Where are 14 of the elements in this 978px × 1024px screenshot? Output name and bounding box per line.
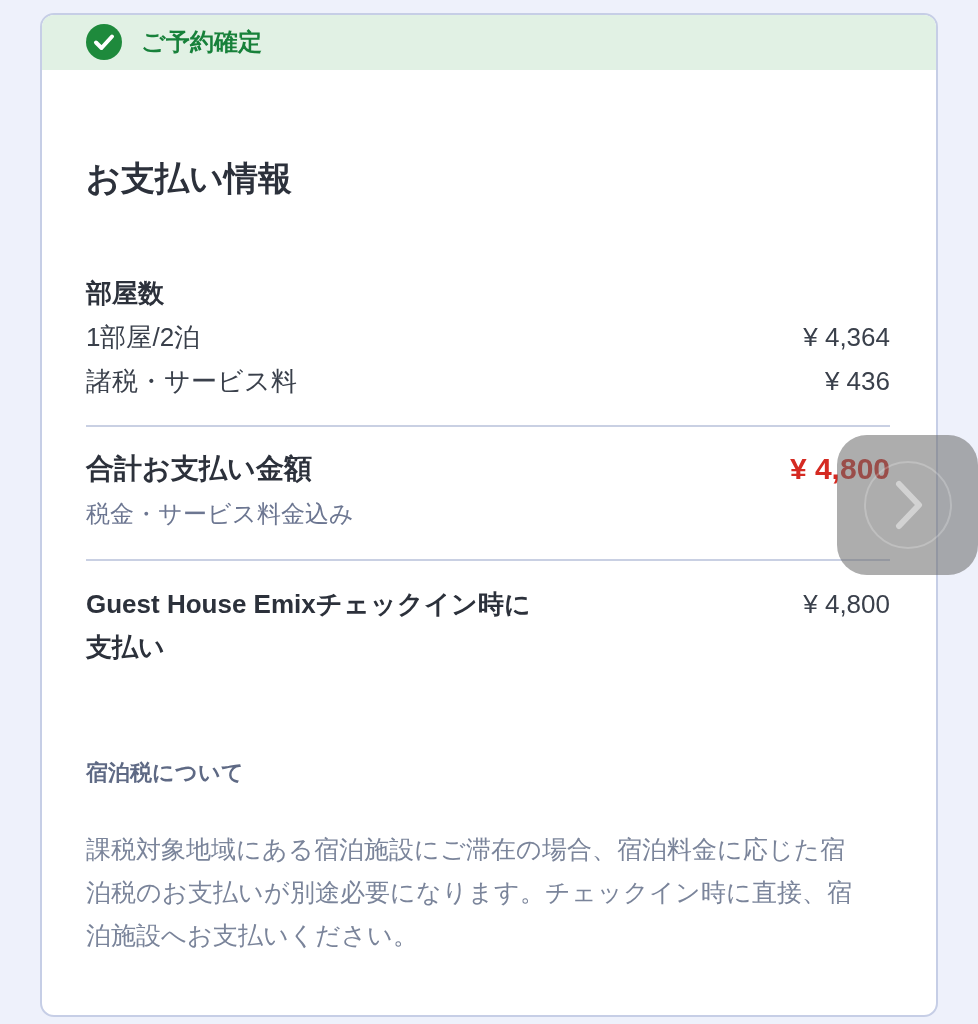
charge-label: 1部屋/2泊 [86, 321, 201, 354]
payment-info-heading: お支払い情報 [86, 158, 293, 198]
check-circle-icon [86, 24, 122, 60]
pay-at-checkin-label: Guest House Emixチェックイン時に支払い [86, 588, 532, 664]
tax-info-heading: 宿泊税について [86, 759, 245, 787]
total-note: 税金・サービス料金込み [86, 499, 355, 529]
pay-at-checkin-amount: ¥ 4,800 [803, 588, 890, 621]
charge-label: 諸税・サービス料 [86, 365, 297, 398]
tax-info-text: 課税対象地域にある宿泊施設にご滞在の場合、宿泊料金に応じた宿泊税のお支払いが別途必要になります。チェックイン時に直接、宿泊施設へお支払いください。 [86, 835, 853, 951]
total-label: 合計お支払い金額 [86, 452, 312, 486]
rooms-label: 部屋数 [86, 277, 165, 310]
charge-amount: ¥ 436 [824, 365, 890, 398]
charge-amount: ¥ 4,364 [803, 321, 890, 354]
confirmation-status: ご予約確定 [141, 27, 262, 57]
